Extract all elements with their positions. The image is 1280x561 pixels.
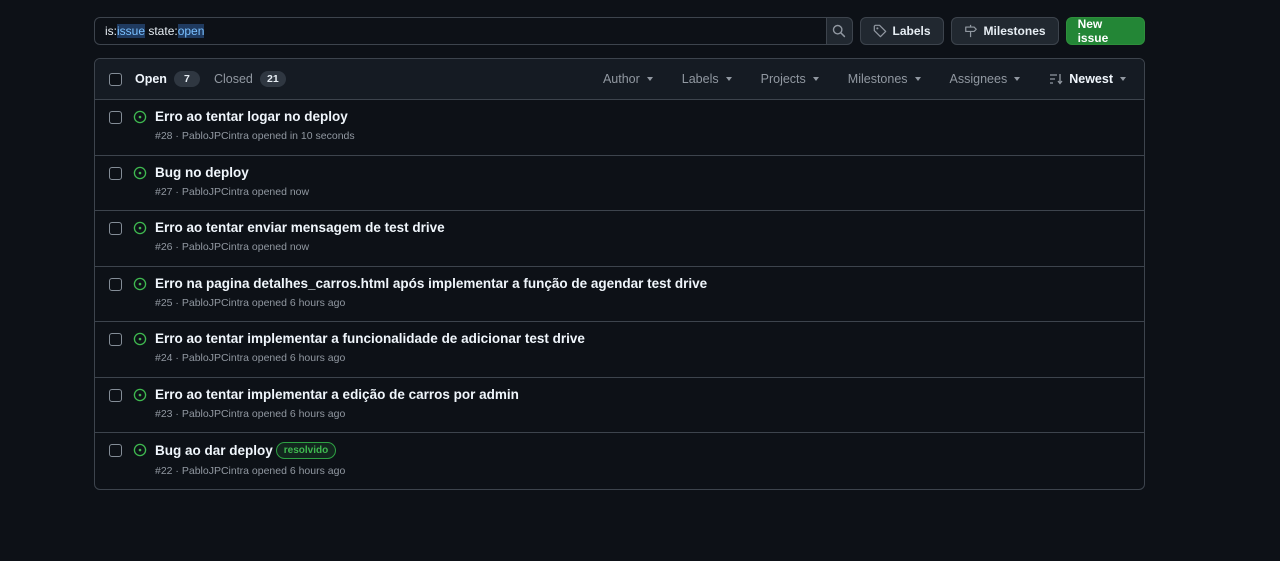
issue-title-link[interactable]: Bug no deploy — [155, 165, 249, 180]
issues-list-header: Open 7 Closed 21 Author Labels Projects — [95, 59, 1144, 100]
issue-content: Erro na pagina detalhes_carros.html após… — [155, 276, 707, 309]
issue-row[interactable]: Erro ao tentar logar no deploy #28 · Pab… — [95, 100, 1144, 156]
closed-count-badge: 21 — [259, 71, 286, 87]
issue-open-icon — [133, 443, 147, 457]
search-query-token: is: — [105, 24, 117, 38]
search-button[interactable] — [826, 17, 853, 45]
issue-open-icon — [133, 221, 147, 235]
issue-content: Bug no deploy #27 · PabloJPCintra opened… — [155, 165, 309, 198]
filter-assignees[interactable]: Assignees — [950, 72, 1021, 86]
issues-page: is: issue state: open Labels Milestones Ne… — [94, 17, 1145, 490]
issue-row[interactable]: Erro ao tentar implementar a edição de c… — [95, 378, 1144, 433]
issue-content: Bug ao dar deploy resolvido #22 · PabloJ… — [155, 442, 345, 477]
issue-meta: #23 · PabloJPCintra opened 6 hours ago — [155, 407, 346, 420]
issue-content: Erro ao tentar logar no deploy #28 · Pab… — [155, 109, 355, 142]
issue-row[interactable]: Bug ao dar deploy resolvido #22 · PabloJ… — [95, 433, 1144, 489]
open-issues-tab[interactable]: Open 7 — [135, 71, 200, 87]
filter-bar: Author Labels Projects Milestones Assign… — [574, 72, 1144, 86]
issue-open-icon — [133, 166, 147, 179]
issue-title-link[interactable]: Erro ao tentar logar no deploy — [155, 109, 348, 124]
issue-row[interactable]: Erro ao tentar implementar a funcionalid… — [95, 322, 1144, 378]
new-issue-button[interactable]: New issue — [1065, 17, 1145, 45]
issue-row[interactable]: Erro ao tentar enviar mensagem de test d… — [95, 211, 1144, 267]
select-all-checkbox[interactable] — [109, 72, 122, 86]
chevron-down-icon — [646, 77, 653, 81]
chevron-down-icon — [812, 77, 819, 81]
issue-title-link[interactable]: Erro ao tentar enviar mensagem de test d… — [155, 220, 445, 235]
filter-assignees-label: Assignees — [949, 72, 1008, 86]
issue-checkbox[interactable] — [109, 277, 122, 291]
sort-label: Newest — [1069, 72, 1113, 86]
chevron-down-icon — [1120, 77, 1126, 81]
issue-meta: #22 · PabloJPCintra opened 6 hours ago — [155, 465, 346, 477]
issue-title-line: Bug ao dar deploy resolvido — [155, 442, 345, 459]
issue-content: Erro ao tentar implementar a edição de c… — [155, 387, 519, 420]
issue-title-line: Erro ao tentar implementar a edição de c… — [155, 387, 519, 402]
milestones-button-label: Milestones — [983, 24, 1046, 38]
sort-dropdown[interactable]: Newest — [1049, 72, 1126, 86]
issue-row[interactable]: Bug no deploy #27 · PabloJPCintra opened… — [95, 156, 1144, 211]
issue-open-icon — [133, 388, 147, 401]
issue-title-link[interactable]: Erro na pagina detalhes_carros.html após… — [155, 276, 707, 291]
search-query-token: issue — [117, 24, 146, 38]
search-query-token: state: — [145, 24, 178, 38]
issue-open-icon — [133, 332, 147, 346]
filter-author-label: Author — [602, 72, 640, 86]
issue-title-line: Erro ao tentar implementar a funcionalid… — [155, 331, 585, 346]
issue-title-line: Erro ao tentar enviar mensagem de test d… — [155, 220, 445, 235]
chevron-down-icon — [1014, 77, 1021, 81]
issue-checkbox[interactable] — [109, 111, 122, 124]
milestones-button[interactable]: Milestones — [950, 17, 1059, 45]
tag-icon — [873, 24, 886, 38]
filter-projects-label: Projects — [760, 72, 806, 86]
issue-label-badge[interactable]: resolvido — [275, 442, 337, 459]
filter-author[interactable]: Author — [603, 72, 653, 86]
issue-title-line: Bug no deploy — [155, 165, 309, 180]
closed-tab-label: Closed — [213, 72, 253, 86]
filter-labels[interactable]: Labels — [682, 72, 732, 86]
issue-open-icon — [133, 277, 147, 290]
search-icon — [833, 24, 846, 38]
issue-checkbox[interactable] — [109, 166, 122, 180]
issue-checkbox[interactable] — [109, 388, 122, 402]
issue-title-line: Erro ao tentar logar no deploy — [155, 109, 355, 124]
issue-meta: #24 · PabloJPCintra opened 6 hours ago — [155, 352, 346, 364]
issue-checkbox[interactable] — [109, 444, 122, 457]
new-issue-button-label: New issue — [1077, 17, 1109, 45]
issue-checkbox[interactable] — [109, 222, 122, 235]
closed-issues-tab[interactable]: Closed 21 — [214, 71, 286, 87]
sort-icon — [1050, 74, 1063, 85]
issues-toolbar: is: issue state: open Labels Milestones Ne… — [94, 17, 1145, 45]
chevron-down-icon — [725, 77, 732, 81]
search-input[interactable]: is: issue state: open — [94, 17, 827, 45]
chevron-down-icon — [914, 77, 921, 81]
issue-content: Erro ao tentar implementar a funcionalid… — [155, 331, 585, 364]
issue-title-link[interactable]: Erro ao tentar implementar a edição de c… — [155, 387, 519, 402]
issue-meta: #28 · PabloJPCintra opened in 10 seconds — [155, 130, 355, 142]
issue-title-line: Erro na pagina detalhes_carros.html após… — [155, 276, 707, 291]
issue-content: Erro ao tentar enviar mensagem de test d… — [155, 220, 445, 253]
issue-meta: #25 · PabloJPCintra opened 6 hours ago — [155, 296, 346, 309]
open-count-badge: 7 — [173, 71, 200, 87]
labels-button[interactable]: Labels — [859, 17, 944, 45]
issue-title-link[interactable]: Erro ao tentar implementar a funcionalid… — [155, 331, 585, 346]
filter-projects[interactable]: Projects — [761, 72, 819, 86]
milestone-icon — [964, 24, 977, 38]
issue-meta: #27 · PabloJPCintra opened now — [155, 185, 310, 198]
issue-title-link[interactable]: Bug ao dar deploy — [155, 443, 273, 458]
filter-milestones[interactable]: Milestones — [848, 72, 921, 86]
filter-labels-label: Labels — [681, 72, 719, 86]
filter-milestones-label: Milestones — [847, 72, 908, 86]
issue-rows: Erro ao tentar logar no deploy #28 · Pab… — [95, 100, 1144, 489]
issue-checkbox[interactable] — [109, 333, 122, 346]
issue-row[interactable]: Erro na pagina detalhes_carros.html após… — [95, 267, 1144, 322]
issue-open-icon — [133, 110, 147, 124]
open-tab-label: Open — [135, 72, 167, 86]
issues-list: Open 7 Closed 21 Author Labels Projects — [94, 58, 1145, 490]
labels-button-label: Labels — [892, 24, 931, 38]
issue-meta: #26 · PabloJPCintra opened now — [155, 241, 310, 253]
search-query-token: open — [177, 24, 205, 38]
